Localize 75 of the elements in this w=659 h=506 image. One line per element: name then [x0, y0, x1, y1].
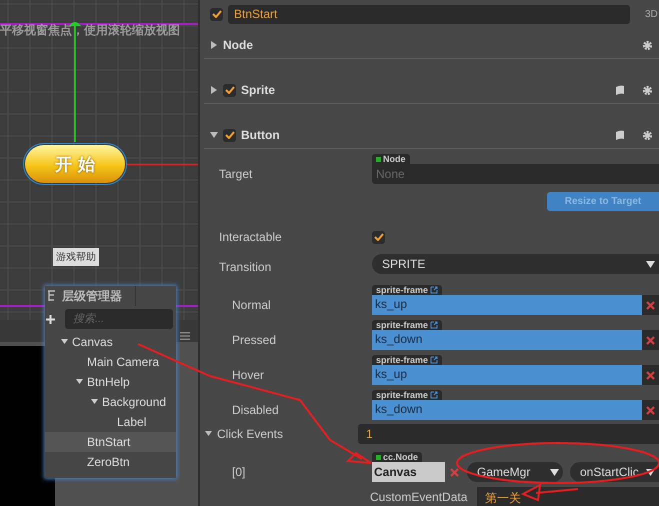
mode-label: 3D: [645, 8, 658, 20]
book-icon[interactable]: [615, 130, 625, 140]
tree-icon: [47, 290, 57, 302]
component-checkbox[interactable]: [223, 128, 236, 142]
expand-arrow-icon[interactable]: [210, 86, 218, 94]
property-label: Normal: [231, 298, 272, 314]
component-title[interactable]: Node: [223, 38, 253, 52]
scene-hint: 平移视窗焦点，使用滚轮缩放视图: [0, 22, 180, 39]
clear-icon[interactable]: [646, 370, 655, 380]
expand-arrow-icon[interactable]: [61, 339, 68, 345]
sprite-frame-field[interactable]: ks_up: [372, 295, 642, 315]
property-label: CustomEventData: [369, 490, 468, 504]
type-tag: Node: [372, 154, 410, 164]
target-field[interactable]: None: [372, 164, 659, 184]
type-tag: sprite-frame: [372, 320, 442, 330]
component-title[interactable]: Sprite: [241, 83, 276, 97]
target-node-field[interactable]: Canvas: [372, 462, 445, 482]
type-tag: sprite-frame: [372, 285, 442, 295]
expand-arrow-icon[interactable]: [76, 379, 83, 385]
property-label: Target: [218, 167, 254, 183]
book-icon[interactable]: [615, 85, 625, 95]
search-field[interactable]: 搜索...: [65, 309, 173, 329]
expand-arrow-icon[interactable]: [91, 399, 98, 405]
tree-item[interactable]: Main Camera: [45, 352, 176, 372]
dropdown-arrow-icon[interactable]: [550, 468, 559, 476]
tree-item[interactable]: Background: [45, 392, 176, 412]
property-label: Hover: [231, 368, 266, 384]
expand-arrow-icon[interactable]: [210, 41, 218, 49]
clear-icon[interactable]: [646, 406, 655, 414]
dropdown-arrow-icon[interactable]: [646, 260, 655, 268]
link-icon[interactable]: [430, 286, 438, 294]
property-label: Disabled: [231, 403, 280, 419]
property-label: Interactable: [218, 230, 283, 244]
link-icon[interactable]: [430, 321, 438, 329]
interactable-checkbox[interactable]: [372, 230, 385, 244]
custom-data-field[interactable]: 第一关: [477, 487, 659, 506]
type-tag: sprite-frame: [372, 390, 442, 400]
tree-item[interactable]: BtnStart: [45, 432, 176, 452]
property-label: Pressed: [231, 333, 278, 349]
clear-icon[interactable]: [646, 336, 655, 344]
type-tag: sprite-frame: [372, 355, 442, 365]
sprite-frame-field[interactable]: ks_down: [372, 330, 642, 350]
link-icon[interactable]: [430, 391, 438, 399]
node-name-field[interactable]: BtnStart: [228, 4, 630, 24]
sprite-frame-field[interactable]: ks_down: [372, 400, 642, 420]
tree-item[interactable]: BtnHelp: [45, 372, 176, 392]
dropdown-arrow-icon[interactable]: [646, 468, 655, 476]
transition-select[interactable]: SPRITE: [372, 254, 659, 274]
panel-title: 层级管理器: [62, 288, 122, 304]
handler-select[interactable]: onStartClic: [570, 462, 659, 482]
settings-icon[interactable]: [642, 130, 653, 140]
tree-item[interactable]: Label: [45, 412, 176, 432]
component-checkbox[interactable]: [223, 84, 236, 96]
event-index: [0]: [231, 465, 246, 481]
expand-arrow-icon[interactable]: [205, 431, 212, 437]
annotation-arrow: [520, 483, 578, 502]
count-field[interactable]: 1: [358, 424, 659, 444]
tree-item[interactable]: ZeroBtn: [45, 452, 176, 472]
menu-icon[interactable]: [180, 332, 190, 340]
link-icon[interactable]: [430, 356, 438, 364]
type-tag: cc.Node: [372, 452, 422, 462]
sprite-frame-field[interactable]: ks_up: [372, 365, 642, 385]
help-button[interactable]: 游戏帮助: [53, 248, 99, 266]
settings-icon[interactable]: [642, 84, 653, 96]
tree-item[interactable]: Canvas: [45, 332, 176, 352]
property-label: Transition: [218, 260, 272, 274]
component-select[interactable]: GameMgr: [467, 462, 563, 482]
property-label: Click Events: [217, 427, 284, 441]
component-title[interactable]: Button: [241, 128, 280, 142]
x-axis-handle-icon[interactable]: [127, 163, 198, 166]
settings-icon[interactable]: [642, 40, 653, 50]
expand-arrow-icon[interactable]: [210, 131, 218, 139]
active-checkbox[interactable]: [210, 8, 223, 20]
add-icon[interactable]: [46, 314, 55, 324]
clear-icon[interactable]: [646, 300, 655, 310]
